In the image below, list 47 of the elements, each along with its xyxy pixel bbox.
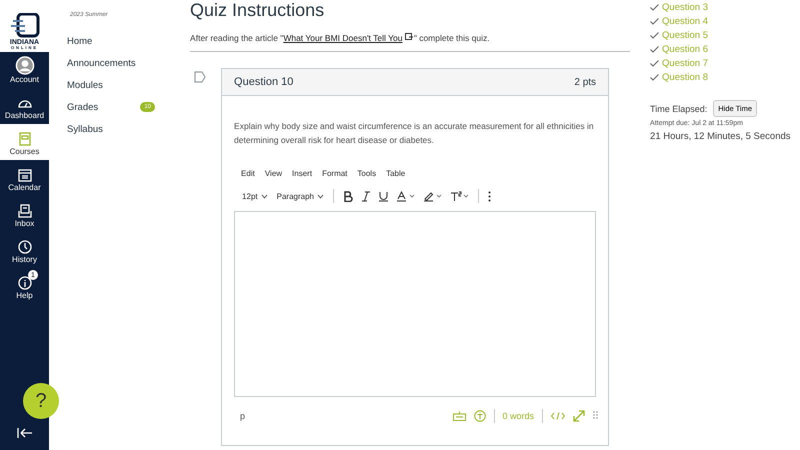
external-link-icon [404,33,414,41]
logo-icon [10,13,40,39]
elapsed-time: 21 Hours, 12 Minutes, 5 Seconds [650,131,792,142]
global-nav-item[interactable]: Inbox [0,196,49,232]
editor-menu-item[interactable]: Tools [357,169,376,178]
instructions-text: After reading the article "What Your BMI Doesn't Tell You " complete this quiz. [190,33,630,52]
course-nav-link[interactable]: Home [67,30,155,52]
element-path: p [240,411,246,421]
caret-icon [316,194,324,198]
resize-handle-icon[interactable] [593,411,598,421]
course-nav-link[interactable]: Announcements [67,52,155,74]
underline-icon[interactable] [378,190,388,202]
editor-menu-item[interactable]: Insert [292,169,312,178]
editor-menu-item[interactable]: Edit [241,169,255,178]
calendar-icon [16,167,32,183]
clock-icon [16,239,32,255]
editor-menu-item[interactable]: Format [322,169,348,178]
global-nav-item[interactable]: Dashboard [0,88,49,124]
caret-icon [260,194,268,198]
block-format-dropdown[interactable]: Paragraph [276,192,324,200]
editor-menu-item[interactable]: Table [386,169,406,178]
editor-menu-item[interactable]: View [264,169,282,178]
course-nav-link[interactable]: Modules [67,74,155,96]
info-icon [16,275,32,291]
global-nav-item[interactable]: History [0,232,49,268]
question-title: Question 10 [234,76,294,88]
global-nav-item[interactable]: Calendar [0,160,49,196]
highlight-icon[interactable] [424,190,442,202]
inbox-icon [16,203,32,219]
book-icon [16,131,32,147]
superscript-icon[interactable] [450,190,469,202]
page-title: Quiz Instructions [190,0,326,21]
flag-icon[interactable] [194,71,206,83]
article-link[interactable]: What Your BMI Doesn't Tell You [283,33,402,43]
more-icon[interactable] [488,190,491,202]
global-nav-item[interactable]: Account [0,52,49,88]
help-button[interactable]: ? [23,383,59,419]
points-label: 2 pts [574,76,596,88]
avatar-icon [14,56,34,75]
font-size-dropdown[interactable]: 12pt [242,192,268,200]
bold-icon[interactable] [342,190,353,202]
italic-icon[interactable] [362,190,370,202]
text-color-icon[interactable] [396,190,415,202]
timer-label: Time Elapsed: [650,104,708,114]
global-nav-item[interactable]: Courses [0,124,49,160]
course-nav-link[interactable]: Syllabus [67,118,155,140]
question-text: Explain why body size and waist circumference is an accurate measurement for all ethnicities in determining overall risk for heart disease or diabetes. [234,120,595,147]
